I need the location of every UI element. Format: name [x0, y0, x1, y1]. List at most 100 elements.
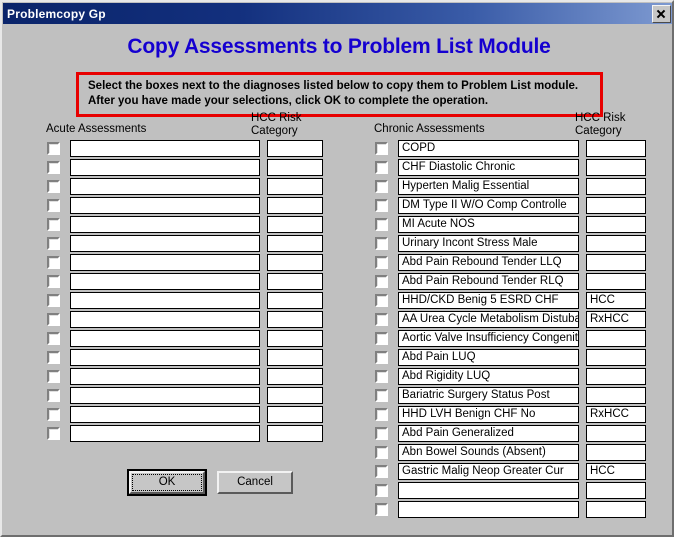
acute-row-name-field[interactable]	[70, 386, 260, 404]
chronic-row-category-field[interactable]	[586, 481, 646, 499]
acute-row-name-field[interactable]	[70, 367, 260, 385]
chronic-row-category-field[interactable]	[586, 443, 646, 461]
chronic-row-checkbox[interactable]	[375, 369, 388, 383]
chronic-row-name-field[interactable]: Aortic Valve Insufficiency Congenit	[398, 329, 579, 347]
acute-row-category-field[interactable]	[267, 139, 323, 157]
acute-row-checkbox[interactable]	[47, 350, 60, 364]
chronic-row-checkbox[interactable]	[375, 312, 388, 326]
chronic-row-checkbox[interactable]	[375, 483, 388, 497]
acute-row-name-field[interactable]	[70, 177, 260, 195]
acute-row-category-field[interactable]	[267, 253, 323, 271]
cancel-button[interactable]: Cancel	[217, 471, 293, 494]
chronic-row-category-field[interactable]	[586, 177, 646, 195]
chronic-row-name-field[interactable]: CHF Diastolic Chronic	[398, 158, 579, 176]
chronic-row-category-field[interactable]	[586, 348, 646, 366]
chronic-row-name-field[interactable]: Abd Pain Rebound Tender LLQ	[398, 253, 579, 271]
chronic-row-checkbox[interactable]	[375, 274, 388, 288]
chronic-row-category-field[interactable]	[586, 215, 646, 233]
acute-row-category-field[interactable]	[267, 405, 323, 423]
chronic-row-category-field[interactable]	[586, 500, 646, 518]
chronic-row-checkbox[interactable]	[375, 407, 388, 421]
chronic-row-checkbox[interactable]	[375, 331, 388, 345]
chronic-row-category-field[interactable]: HCC	[586, 462, 646, 480]
chronic-row-name-field[interactable]: MI Acute NOS	[398, 215, 579, 233]
chronic-row-name-field[interactable]: Bariatric Surgery Status Post	[398, 386, 579, 404]
acute-row-name-field[interactable]	[70, 196, 260, 214]
ok-button[interactable]: OK	[127, 469, 207, 496]
acute-row-checkbox[interactable]	[47, 255, 60, 269]
acute-row-checkbox[interactable]	[47, 426, 60, 440]
chronic-row-category-field[interactable]: RxHCC	[586, 310, 646, 328]
acute-row-name-field[interactable]	[70, 253, 260, 271]
acute-row-category-field[interactable]	[267, 329, 323, 347]
chronic-row-name-field[interactable]: Hyperten Malig Essential	[398, 177, 579, 195]
acute-row-checkbox[interactable]	[47, 274, 60, 288]
chronic-row-checkbox[interactable]	[375, 426, 388, 440]
acute-row-checkbox[interactable]	[47, 217, 60, 231]
chronic-row-category-field[interactable]	[586, 424, 646, 442]
chronic-row-checkbox[interactable]	[375, 141, 388, 155]
acute-row-category-field[interactable]	[267, 386, 323, 404]
acute-row-name-field[interactable]	[70, 310, 260, 328]
acute-row-category-field[interactable]	[267, 177, 323, 195]
acute-row-checkbox[interactable]	[47, 369, 60, 383]
acute-row-category-field[interactable]	[267, 272, 323, 290]
chronic-row-name-field[interactable]: Gastric Malig Neop Greater Cur	[398, 462, 579, 480]
chronic-row-checkbox[interactable]	[375, 217, 388, 231]
acute-row-checkbox[interactable]	[47, 331, 60, 345]
chronic-row-category-field[interactable]	[586, 367, 646, 385]
chronic-row-name-field[interactable]: Urinary Incont Stress Male	[398, 234, 579, 252]
acute-row-checkbox[interactable]	[47, 312, 60, 326]
acute-row-name-field[interactable]	[70, 329, 260, 347]
chronic-row-checkbox[interactable]	[375, 236, 388, 250]
chronic-row-checkbox[interactable]	[375, 255, 388, 269]
chronic-row-checkbox[interactable]	[375, 350, 388, 364]
chronic-row-category-field[interactable]	[586, 196, 646, 214]
acute-row-checkbox[interactable]	[47, 293, 60, 307]
chronic-row-name-field[interactable]: HHD/CKD Benig 5 ESRD CHF	[398, 291, 579, 309]
chronic-row-name-field[interactable]: HHD LVH Benign CHF No	[398, 405, 579, 423]
chronic-row-category-field[interactable]	[586, 253, 646, 271]
chronic-row-name-field[interactable]: Abd Pain Rebound Tender RLQ	[398, 272, 579, 290]
chronic-row-name-field[interactable]: AA Urea Cycle Metabolism Distubar	[398, 310, 579, 328]
chronic-row-category-field[interactable]	[586, 272, 646, 290]
acute-row-name-field[interactable]	[70, 215, 260, 233]
chronic-row-category-field[interactable]	[586, 329, 646, 347]
chronic-row-checkbox[interactable]	[375, 388, 388, 402]
acute-row-name-field[interactable]	[70, 272, 260, 290]
acute-row-name-field[interactable]	[70, 348, 260, 366]
acute-row-category-field[interactable]	[267, 158, 323, 176]
acute-row-checkbox[interactable]	[47, 160, 60, 174]
chronic-row-name-field[interactable]: Abn Bowel Sounds (Absent)	[398, 443, 579, 461]
acute-row-checkbox[interactable]	[47, 198, 60, 212]
chronic-row-name-field[interactable]: Abd Pain LUQ	[398, 348, 579, 366]
acute-row-category-field[interactable]	[267, 215, 323, 233]
chronic-row-checkbox[interactable]	[375, 160, 388, 174]
acute-row-category-field[interactable]	[267, 310, 323, 328]
chronic-row-name-field[interactable]: Abd Pain Generalized	[398, 424, 579, 442]
acute-row-checkbox[interactable]	[47, 388, 60, 402]
chronic-row-checkbox[interactable]	[375, 198, 388, 212]
chronic-row-name-field[interactable]	[398, 500, 579, 518]
acute-row-category-field[interactable]	[267, 291, 323, 309]
acute-row-name-field[interactable]	[70, 234, 260, 252]
acute-row-name-field[interactable]	[70, 158, 260, 176]
chronic-row-checkbox[interactable]	[375, 502, 388, 516]
chronic-row-checkbox[interactable]	[375, 179, 388, 193]
chronic-row-category-field[interactable]	[586, 234, 646, 252]
chronic-row-name-field[interactable]: COPD	[398, 139, 579, 157]
acute-row-name-field[interactable]	[70, 291, 260, 309]
acute-row-checkbox[interactable]	[47, 179, 60, 193]
chronic-row-checkbox[interactable]	[375, 464, 388, 478]
acute-row-checkbox[interactable]	[47, 407, 60, 421]
close-icon[interactable]	[652, 4, 671, 23]
chronic-row-category-field[interactable]: RxHCC	[586, 405, 646, 423]
acute-row-category-field[interactable]	[267, 424, 323, 442]
chronic-row-name-field[interactable]: Abd Rigidity LUQ	[398, 367, 579, 385]
chronic-row-checkbox[interactable]	[375, 445, 388, 459]
acute-row-category-field[interactable]	[267, 348, 323, 366]
chronic-row-name-field[interactable]	[398, 481, 579, 499]
acute-row-name-field[interactable]	[70, 424, 260, 442]
chronic-row-category-field[interactable]	[586, 139, 646, 157]
acute-row-name-field[interactable]	[70, 405, 260, 423]
